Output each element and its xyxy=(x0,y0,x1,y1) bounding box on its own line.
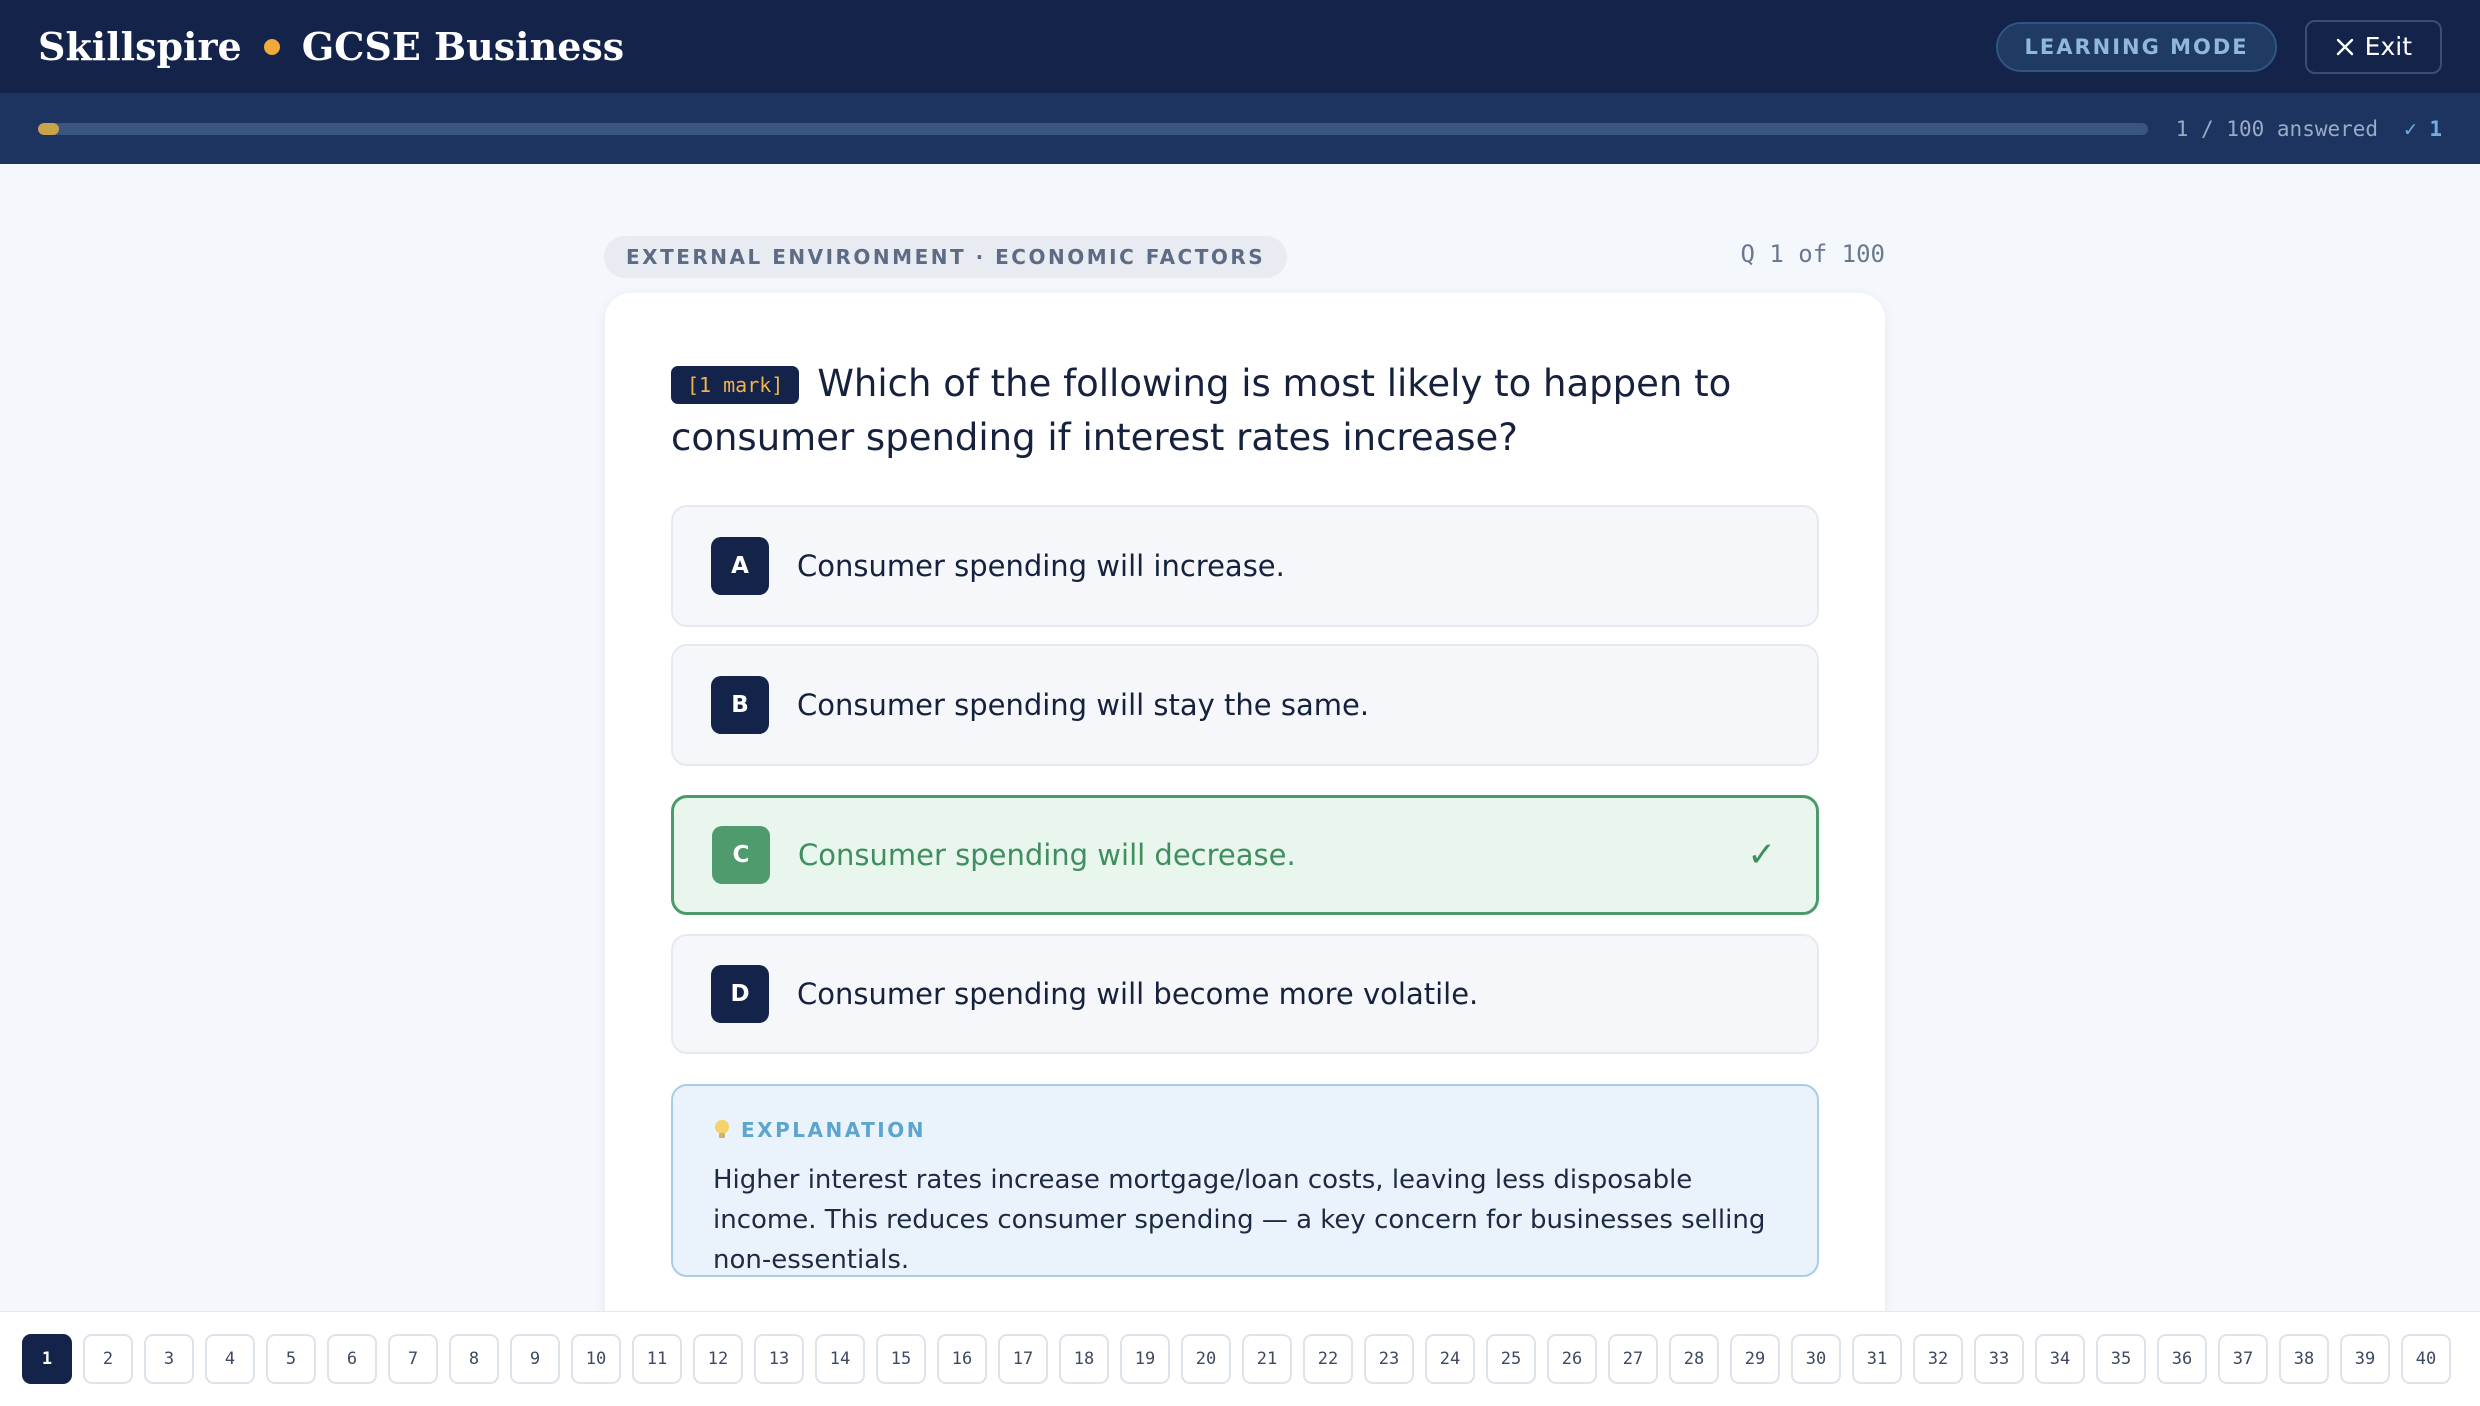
question-nav-button[interactable]: 14 xyxy=(815,1334,865,1384)
question-card: [1 mark] Which of the following is most l… xyxy=(605,293,1885,1343)
option-letter: B xyxy=(711,676,769,734)
question-nav-button[interactable]: 2 xyxy=(83,1334,133,1384)
learning-mode-badge: LEARNING MODE xyxy=(1996,21,2277,72)
question-nav-button[interactable]: 24 xyxy=(1425,1334,1475,1384)
question-nav-button[interactable]: 33 xyxy=(1974,1334,2024,1384)
question-nav-button[interactable]: 35 xyxy=(2096,1334,2146,1384)
question-nav-button[interactable]: 17 xyxy=(998,1334,1048,1384)
question-nav-button[interactable]: 7 xyxy=(388,1334,438,1384)
explanation-text: Higher interest rates increase mortgage/… xyxy=(713,1165,1766,1275)
explanation-panel: EXPLANATION Higher interest rates increa… xyxy=(671,1084,1819,1277)
question-text: Which of the following is most likely to… xyxy=(671,362,1732,459)
question-nav-button[interactable]: 16 xyxy=(937,1334,987,1384)
option-a[interactable]: A Consumer spending will increase. xyxy=(671,505,1819,627)
question-nav-button[interactable]: 4 xyxy=(205,1334,255,1384)
option-d[interactable]: D Consumer spending will become more vol… xyxy=(671,934,1819,1054)
option-text: Consumer spending will increase. xyxy=(797,549,1285,583)
option-c[interactable]: C Consumer spending will decrease. ✓ xyxy=(671,795,1819,915)
question-nav-button[interactable]: 40 xyxy=(2401,1334,2451,1384)
question-nav-button[interactable]: 30 xyxy=(1791,1334,1841,1384)
question-counter: Q 1 of 100 xyxy=(1740,240,1886,268)
question-nav-button[interactable]: 34 xyxy=(2035,1334,2085,1384)
question-nav-button[interactable]: 39 xyxy=(2340,1334,2390,1384)
correct-check-icon: ✓ xyxy=(1747,835,1777,875)
option-letter: D xyxy=(711,965,769,1023)
top-bar: Skillspire GCSE Business LEARNING MODE E… xyxy=(0,0,2480,93)
lightbulb-icon xyxy=(715,1120,729,1138)
brand-separator-dot xyxy=(263,38,280,55)
question-nav-button[interactable]: 26 xyxy=(1547,1334,1597,1384)
question-nav-button[interactable]: 10 xyxy=(571,1334,621,1384)
question-nav-button[interactable]: 20 xyxy=(1181,1334,1231,1384)
exit-label: Exit xyxy=(2364,32,2412,61)
app-brand: Skillspire GCSE Business xyxy=(38,24,624,69)
question-nav-button[interactable]: 38 xyxy=(2279,1334,2329,1384)
progress-bar xyxy=(38,122,2148,135)
topic-tag: EXTERNAL ENVIRONMENT · ECONOMIC FACTORS xyxy=(604,236,1288,278)
question-nav-button[interactable]: 9 xyxy=(510,1334,560,1384)
question-navigator: 1 2 3 4 5 6 7 8 9 10 11 12 13 14 15 16 17 18 19 20 21 22 23 24 2… xyxy=(0,1311,2480,1406)
explanation-label: EXPLANATION xyxy=(741,1118,926,1142)
question-nav-button[interactable]: 3 xyxy=(144,1334,194,1384)
question-nav-button[interactable]: 11 xyxy=(632,1334,682,1384)
question-nav-button[interactable]: 19 xyxy=(1120,1334,1170,1384)
option-text: Consumer spending will stay the same. xyxy=(797,688,1370,722)
question-nav-button[interactable]: 31 xyxy=(1852,1334,1902,1384)
course-title: GCSE Business xyxy=(301,24,625,69)
question-nav-button[interactable]: 5 xyxy=(266,1334,316,1384)
question-nav-button[interactable]: 6 xyxy=(327,1334,377,1384)
option-letter: A xyxy=(711,537,769,595)
question-nav-button[interactable]: 1 xyxy=(22,1334,72,1384)
question-nav-button[interactable]: 22 xyxy=(1303,1334,1353,1384)
close-icon xyxy=(2336,38,2353,55)
correct-count: ✓ 1 xyxy=(2404,116,2442,141)
question-nav-button[interactable]: 21 xyxy=(1242,1334,1292,1384)
exit-button[interactable]: Exit xyxy=(2304,19,2442,74)
progress-bar-fill xyxy=(38,122,60,135)
option-text: Consumer spending will become more volat… xyxy=(797,977,1479,1011)
option-b[interactable]: B Consumer spending will stay the same. xyxy=(671,644,1819,766)
option-text: Consumer spending will decrease. xyxy=(798,838,1296,872)
option-letter: C xyxy=(712,826,770,884)
question-nav-button[interactable]: 12 xyxy=(693,1334,743,1384)
question-nav-button[interactable]: 32 xyxy=(1913,1334,1963,1384)
question-nav-button[interactable]: 13 xyxy=(754,1334,804,1384)
question-nav-button[interactable]: 28 xyxy=(1669,1334,1719,1384)
question-nav-button[interactable]: 29 xyxy=(1730,1334,1780,1384)
question-prompt: [1 mark] Which of the following is most l… xyxy=(671,357,1801,465)
brand-name: Skillspire xyxy=(38,24,242,69)
question-nav-button[interactable]: 25 xyxy=(1486,1334,1536,1384)
question-nav-button[interactable]: 18 xyxy=(1059,1334,1109,1384)
question-nav-button[interactable]: 37 xyxy=(2218,1334,2268,1384)
question-nav-button[interactable]: 8 xyxy=(449,1334,499,1384)
question-nav-button[interactable]: 15 xyxy=(876,1334,926,1384)
mark-badge: [1 mark] xyxy=(671,366,800,404)
question-nav-button[interactable]: 23 xyxy=(1364,1334,1414,1384)
answered-count: 1 / 100 answered xyxy=(2175,116,2379,141)
question-nav-button[interactable]: 36 xyxy=(2157,1334,2207,1384)
question-nav-button[interactable]: 27 xyxy=(1608,1334,1658,1384)
progress-strip: 1 / 100 answered ✓ 1 xyxy=(0,93,2480,164)
